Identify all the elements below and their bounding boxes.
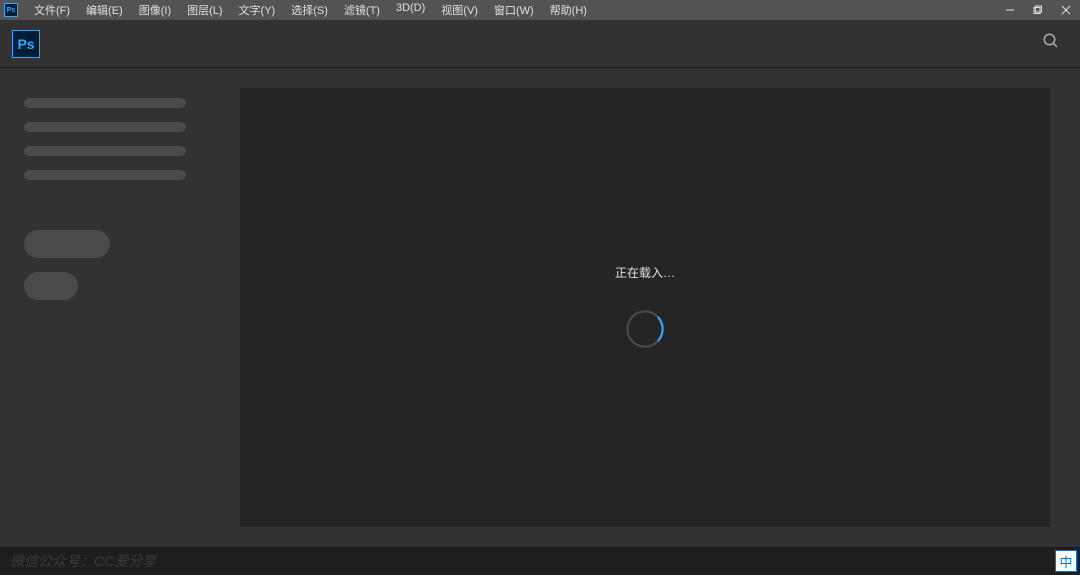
- menu-edit[interactable]: 编辑(E): [78, 0, 131, 20]
- skeleton-line: [24, 122, 186, 132]
- skeleton-pill: [24, 230, 110, 258]
- options-bar: Ps: [0, 20, 1080, 68]
- menu-filter[interactable]: 滤镜(T): [336, 0, 388, 20]
- skeleton-line: [24, 170, 186, 180]
- left-panel: [0, 68, 240, 547]
- skeleton-pill: [24, 272, 78, 300]
- loading-text: 正在载入…: [615, 264, 675, 281]
- canvas-area: 正在载入…: [240, 88, 1050, 527]
- watermark-text: 微信公众号：CC爱分享: [10, 551, 156, 571]
- menu-window[interactable]: 窗口(W): [486, 0, 542, 20]
- menu-help[interactable]: 帮助(H): [542, 0, 595, 20]
- loading-spinner: [623, 307, 667, 351]
- menu-select[interactable]: 选择(S): [283, 0, 336, 20]
- skeleton-line: [24, 98, 186, 108]
- menubar: 文件(F) 编辑(E) 图像(I) 图层(L) 文字(Y) 选择(S) 滤镜(T…: [26, 0, 595, 20]
- spinner-icon: [623, 307, 667, 351]
- menu-3d[interactable]: 3D(D): [388, 0, 433, 20]
- window-controls: [996, 0, 1080, 20]
- skeleton-line: [24, 146, 186, 156]
- ime-badge[interactable]: 中: [1055, 550, 1077, 572]
- search-button[interactable]: [1042, 32, 1060, 55]
- close-button[interactable]: [1052, 0, 1080, 20]
- menu-image[interactable]: 图像(I): [131, 0, 179, 20]
- menu-file[interactable]: 文件(F): [26, 0, 78, 20]
- main-area: 正在载入…: [0, 68, 1080, 547]
- ps-logo[interactable]: Ps: [12, 30, 40, 58]
- titlebar: Ps 文件(F) 编辑(E) 图像(I) 图层(L) 文字(Y) 选择(S) 滤…: [0, 0, 1080, 20]
- close-icon: [1061, 5, 1071, 15]
- menu-layer[interactable]: 图层(L): [179, 0, 230, 20]
- menu-view[interactable]: 视图(V): [433, 0, 486, 20]
- app-icon: Ps: [4, 3, 18, 17]
- minimize-button[interactable]: [996, 0, 1024, 20]
- menu-type[interactable]: 文字(Y): [231, 0, 284, 20]
- minimize-icon: [1005, 5, 1015, 15]
- bottom-bar: 微信公众号：CC爱分享: [0, 547, 1080, 575]
- maximize-icon: [1033, 5, 1043, 15]
- maximize-button[interactable]: [1024, 0, 1052, 20]
- search-icon: [1042, 32, 1060, 50]
